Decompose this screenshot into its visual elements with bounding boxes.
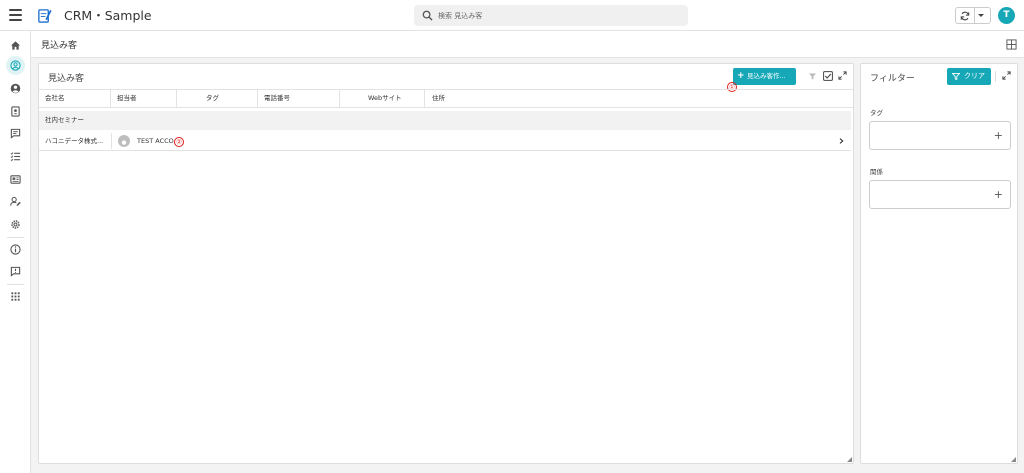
apps-grid-icon[interactable] [6,287,25,306]
home-icon[interactable] [6,36,25,55]
search-box[interactable] [414,5,688,26]
feedback-icon[interactable] [6,262,25,281]
owner-cell: TEST ACCO [137,137,174,145]
account-circle-icon[interactable] [6,79,25,98]
relation-filter-label: 関係 [870,168,883,176]
search-icon [422,10,433,21]
rail-divider [7,237,24,238]
plus-icon[interactable]: + [994,189,1003,200]
column-header-tag[interactable]: タグ [177,90,258,107]
comment-icon[interactable] [6,124,25,143]
filter-panel: フィルター クリア タグ + 関係 + [860,63,1018,464]
top-bar: CRM・Sample T [0,0,1024,31]
search-input[interactable] [438,8,678,23]
chevron-right-icon[interactable] [839,138,844,144]
notepad-icon [38,9,52,23]
expand-icon[interactable] [838,71,847,80]
layout-grid-icon[interactable] [1006,39,1017,50]
rail-divider [7,284,24,285]
user-avatar[interactable]: T [998,7,1015,24]
checkbox-icon[interactable] [823,71,833,81]
column-header-phone[interactable]: 電話番号 [258,90,340,107]
left-rail [0,31,31,473]
leads-panel: 見込み客 + 見込み客作... ① 会社名 担当者 タグ 電話番号 Webサイト … [38,63,854,464]
column-header-address[interactable]: 住所 [425,90,853,107]
page-title: 見込み客 [41,41,78,51]
app-title: CRM・Sample [64,8,152,23]
newspaper-icon[interactable] [6,170,25,189]
panel-title: 見込み客 [48,74,85,84]
task-list-icon[interactable] [6,147,25,166]
table-row[interactable]: ハコニデータ株式... TEST ACCO ② [39,131,851,151]
tag-filter-field[interactable]: + [869,121,1011,150]
annotation-marker: ② [174,137,184,147]
column-header-owner[interactable]: 担当者 [111,90,177,107]
plus-icon[interactable]: + [994,130,1003,141]
cell-divider [111,133,112,149]
menu-icon[interactable] [9,9,22,21]
sync-control[interactable] [955,7,991,24]
filter-icon [952,73,960,80]
column-header-company[interactable]: 会社名 [39,90,111,107]
leads-icon[interactable] [6,56,25,75]
user-edit-icon[interactable] [6,192,25,211]
filter-icon[interactable] [809,73,816,80]
settings-icon[interactable] [6,215,25,234]
sync-icon[interactable] [960,11,970,21]
resize-handle-icon[interactable] [1011,457,1016,462]
divider [995,71,996,82]
contact-card-icon[interactable] [6,102,25,121]
resize-handle-icon[interactable] [847,457,852,462]
clear-filter-button[interactable]: クリア [947,68,991,85]
filter-title: フィルター [870,74,915,84]
expand-icon[interactable] [1002,71,1011,80]
add-lead-button[interactable]: + 見込み客作... [733,68,796,85]
column-header-website[interactable]: Webサイト [340,90,425,107]
chevron-down-icon[interactable] [978,14,984,17]
group-header[interactable]: 社内セミナー [39,111,851,130]
company-cell: ハコニデータ株式... [45,137,104,145]
tag-filter-label: タグ [870,109,883,117]
relation-filter-field[interactable]: + [869,180,1011,209]
avatar [118,135,130,147]
breadcrumb: 見込み客 [31,31,1024,58]
info-icon[interactable] [6,240,25,259]
table-header: 会社名 担当者 タグ 電話番号 Webサイト 住所 [39,89,853,108]
divider [974,8,975,23]
plus-icon: + [737,71,745,81]
